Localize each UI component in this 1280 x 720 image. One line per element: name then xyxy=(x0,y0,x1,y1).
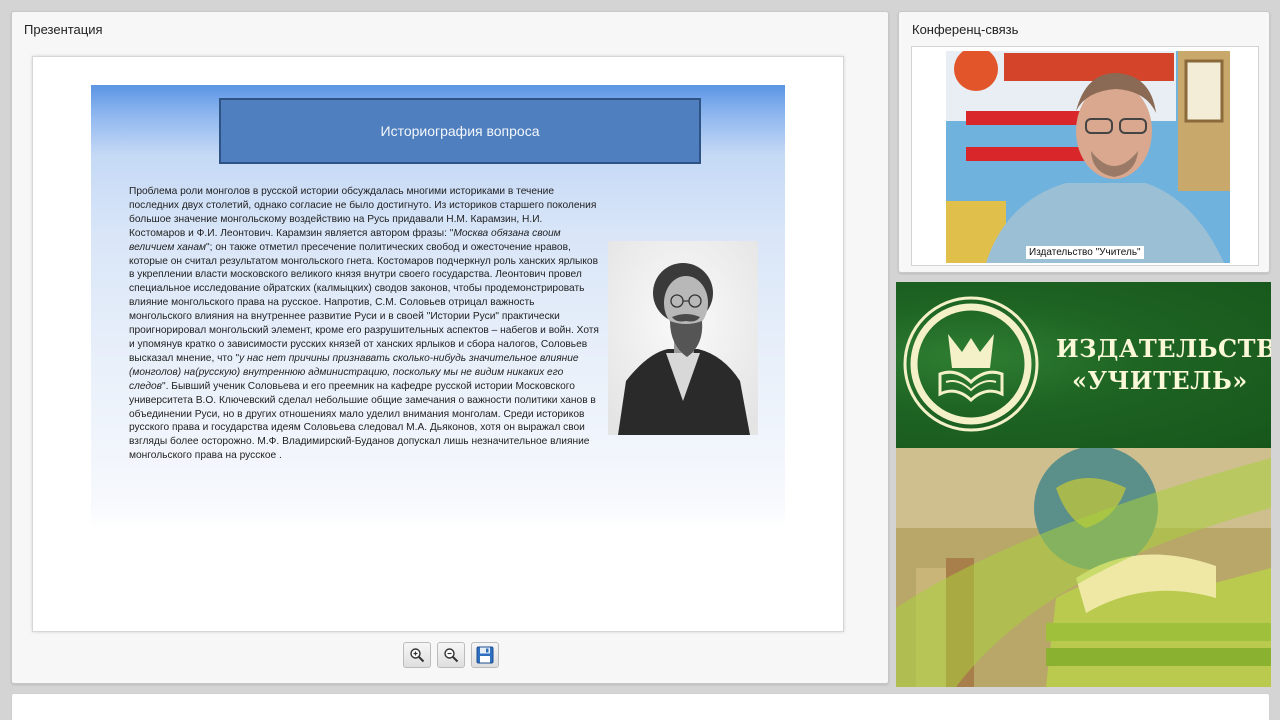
video-frame: Издательство "Учитель" xyxy=(911,46,1259,266)
zoom-out-button[interactable] xyxy=(437,642,465,668)
zoom-out-icon xyxy=(444,648,459,663)
slide-heading: Историография вопроса xyxy=(380,123,540,139)
slide-text-part: "; он также отметил пресечение политичес… xyxy=(129,241,599,364)
webcam-video[interactable]: Издательство "Учитель" xyxy=(946,51,1230,263)
conference-panel-title: Конференц-связь xyxy=(912,22,1019,37)
publisher-logo xyxy=(903,296,1039,432)
floppy-disk-icon xyxy=(476,646,494,664)
conference-panel: Конференц-связь Издательство "Учитель" xyxy=(898,11,1270,273)
slide-body-text: Проблема роли монголов в русской истории… xyxy=(129,185,599,463)
publisher-name-line2: «УЧИТЕЛЬ» xyxy=(1072,366,1248,395)
presentation-panel: Презентация Историография вопроса Пробле… xyxy=(11,11,889,684)
presentation-panel-title: Презентация xyxy=(24,22,103,37)
save-button[interactable] xyxy=(471,642,499,668)
publisher-name-line1: ИЗДАТЕЛЬСТВО xyxy=(1056,334,1271,363)
slide: Историография вопроса Проблема роли монг… xyxy=(91,85,785,529)
slide-viewer[interactable]: Историография вопроса Проблема роли монг… xyxy=(32,56,844,632)
banner-top: ИЗДАТЕЛЬСТВО «УЧИТЕЛЬ» xyxy=(896,282,1271,448)
video-caption: Издательство "Учитель" xyxy=(1026,246,1144,259)
slide-text-part: ". Бывший ученик Соловьева и его преемни… xyxy=(129,380,596,462)
portrait-image xyxy=(608,241,758,435)
slide-toolbar xyxy=(403,642,499,668)
publisher-banner[interactable]: ИЗДАТЕЛЬСТВО «УЧИТЕЛЬ» xyxy=(896,282,1271,687)
slide-heading-box: Историография вопроса xyxy=(219,98,701,164)
zoom-in-button[interactable] xyxy=(403,642,431,668)
banner-image xyxy=(896,446,1271,687)
bottom-panel xyxy=(11,693,1270,720)
zoom-in-icon xyxy=(410,648,425,663)
